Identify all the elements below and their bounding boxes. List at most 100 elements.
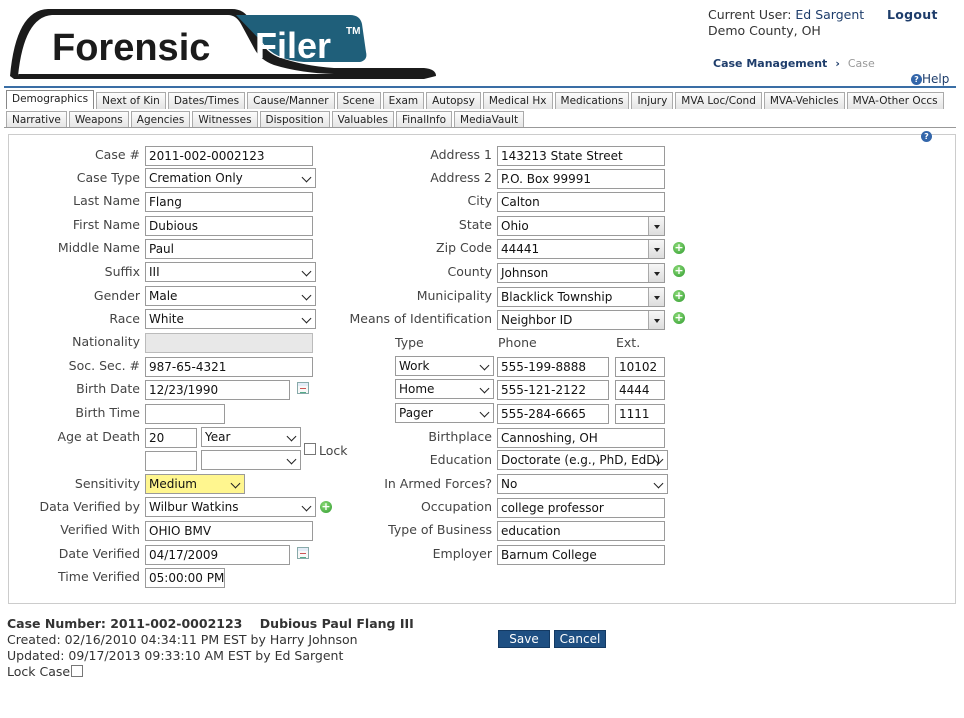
- type-of-business-input[interactable]: education: [497, 521, 665, 541]
- tab-weapons[interactable]: Weapons: [68, 111, 129, 128]
- cancel-button[interactable]: Cancel: [554, 630, 606, 648]
- city-input[interactable]: Calton: [497, 192, 665, 212]
- chevron-down-icon[interactable]: [648, 240, 664, 258]
- calendar-icon[interactable]: [297, 382, 309, 394]
- employer-label: Employer: [432, 546, 492, 561]
- tab-mediavault[interactable]: MediaVault: [454, 111, 525, 128]
- tab-next-of-kin[interactable]: Next of Kin: [96, 92, 166, 109]
- race-select[interactable]: White: [145, 309, 316, 329]
- last-name-input[interactable]: Flang: [145, 192, 313, 212]
- tab-divider: [4, 127, 956, 128]
- birth-time-input[interactable]: [145, 404, 225, 424]
- birth-date-input[interactable]: 12/23/1990: [145, 380, 290, 400]
- tab-row-1: Demographics Next of Kin Dates/Times Cause/…: [6, 90, 944, 109]
- tab-medications[interactable]: Medications: [554, 92, 630, 109]
- suffix-value: III: [149, 265, 160, 279]
- add-municipality-icon[interactable]: +: [673, 290, 685, 302]
- tab-narrative[interactable]: Narrative: [6, 111, 67, 128]
- tab-cause-manner[interactable]: Cause/Manner: [247, 92, 335, 109]
- user-info: Current User: Ed Sargent Logout Demo Coun…: [708, 7, 937, 39]
- middle-name-input[interactable]: Paul: [145, 239, 313, 259]
- phone-input-2[interactable]: 555-121-2122: [497, 380, 609, 400]
- suffix-select[interactable]: III: [145, 262, 316, 282]
- first-name-input[interactable]: Dubious: [145, 216, 313, 236]
- ext-input-3[interactable]: 1111: [615, 404, 665, 424]
- phone-input-3[interactable]: 555-284-6665: [497, 404, 609, 424]
- form-help-icon[interactable]: ?: [921, 131, 932, 142]
- logo-text-forensic: Forensic: [52, 27, 210, 69]
- tab-demographics[interactable]: Demographics: [6, 90, 95, 109]
- ext-input-2[interactable]: 4444: [615, 380, 665, 400]
- in-armed-forces-select[interactable]: No: [497, 474, 668, 494]
- data-verified-by-select[interactable]: Wilbur Watkins: [145, 497, 316, 517]
- tab-mva-other-occs[interactable]: MVA-Other Occs: [846, 92, 944, 109]
- case-type-select[interactable]: Cremation Only: [145, 168, 316, 188]
- tab-scene[interactable]: Scene: [336, 92, 381, 109]
- sensitivity-select[interactable]: Medium: [145, 474, 245, 494]
- address1-input[interactable]: 143213 State Street: [497, 146, 665, 166]
- tab-mva-loc-cond[interactable]: MVA Loc/Cond: [675, 92, 762, 109]
- time-verified-input[interactable]: 05:00:00 PM: [145, 568, 225, 588]
- employer-input[interactable]: Barnum College: [497, 545, 665, 565]
- suffix-label: Suffix: [104, 264, 140, 279]
- tab-injury[interactable]: Injury: [631, 92, 674, 109]
- add-zip-icon[interactable]: +: [673, 242, 685, 254]
- age-input-2[interactable]: [145, 451, 197, 471]
- tab-finalinfo[interactable]: FinalInfo: [395, 111, 453, 128]
- calendar-icon[interactable]: [297, 547, 309, 559]
- help-label: Help: [922, 72, 950, 86]
- gender-select[interactable]: Male: [145, 286, 316, 306]
- tab-autopsy[interactable]: Autopsy: [426, 92, 481, 109]
- county-combo[interactable]: Johnson: [497, 263, 665, 283]
- municipality-combo[interactable]: Blacklick Township: [497, 287, 665, 307]
- add-verifier-icon[interactable]: +: [320, 501, 332, 513]
- first-name-label: First Name: [72, 217, 140, 232]
- state-combo[interactable]: Ohio: [497, 216, 665, 236]
- help-link[interactable]: ? Help: [911, 72, 949, 86]
- education-value: Doctorate (e.g., PhD, EdD): [501, 453, 661, 467]
- state-value: Ohio: [501, 219, 529, 233]
- tab-agencies[interactable]: Agencies: [130, 111, 191, 128]
- tab-valuables[interactable]: Valuables: [331, 111, 394, 128]
- lock-age-checkbox[interactable]: [304, 443, 316, 455]
- occupation-input[interactable]: college professor: [497, 498, 665, 518]
- phone-input-1[interactable]: 555-199-8888: [497, 357, 609, 377]
- tab-exam[interactable]: Exam: [382, 92, 425, 109]
- tab-disposition[interactable]: Disposition: [259, 111, 330, 128]
- education-label: Education: [429, 452, 492, 467]
- case-name: Dubious Paul Flang III: [259, 616, 414, 631]
- address2-input[interactable]: P.O. Box 99991: [497, 169, 665, 189]
- logo-tm: TM: [346, 26, 360, 37]
- chevron-down-icon[interactable]: [648, 264, 664, 282]
- case-number-input[interactable]: 2011-002-0002123: [145, 146, 313, 166]
- add-means-id-icon[interactable]: +: [673, 312, 685, 324]
- age-unit-select[interactable]: Year: [201, 427, 301, 447]
- phone-type-select-3[interactable]: Pager: [395, 403, 494, 423]
- add-county-icon[interactable]: +: [673, 265, 685, 277]
- tab-dates-times[interactable]: Dates/Times: [167, 92, 246, 109]
- chevron-down-icon[interactable]: [648, 288, 664, 306]
- age-input[interactable]: 20: [145, 428, 197, 448]
- tab-witnesses[interactable]: Witnesses: [192, 111, 258, 128]
- date-verified-input[interactable]: 04/17/2009: [145, 545, 290, 565]
- chevron-down-icon[interactable]: [648, 311, 664, 329]
- age-unit-select-2[interactable]: [201, 450, 301, 470]
- means-of-identification-combo[interactable]: Neighbor ID: [497, 310, 665, 330]
- case-footer: Case Number: 2011-002-0002123 Dubious Pa…: [7, 616, 414, 680]
- tab-mva-vehicles[interactable]: MVA-Vehicles: [763, 92, 845, 109]
- birthplace-input[interactable]: Cannoshing, OH: [497, 428, 665, 448]
- education-select[interactable]: Doctorate (e.g., PhD, EdD): [497, 450, 668, 470]
- breadcrumb-case-management[interactable]: Case Management: [713, 57, 827, 70]
- chevron-down-icon[interactable]: [648, 217, 664, 235]
- phone-type-select-2[interactable]: Home: [395, 379, 494, 399]
- current-user-name[interactable]: Ed Sargent: [795, 7, 864, 22]
- ext-input-1[interactable]: 10102: [615, 357, 665, 377]
- verified-with-input[interactable]: OHIO BMV: [145, 521, 313, 541]
- save-button[interactable]: Save: [498, 630, 550, 648]
- lock-case-checkbox[interactable]: [71, 665, 84, 677]
- logout-link[interactable]: Logout: [887, 7, 938, 23]
- zip-code-combo[interactable]: 44441: [497, 239, 665, 259]
- tab-medical-hx[interactable]: Medical Hx: [482, 92, 553, 109]
- ssn-input[interactable]: 987-65-4321: [145, 357, 313, 377]
- phone-type-select-1[interactable]: Work: [395, 356, 494, 376]
